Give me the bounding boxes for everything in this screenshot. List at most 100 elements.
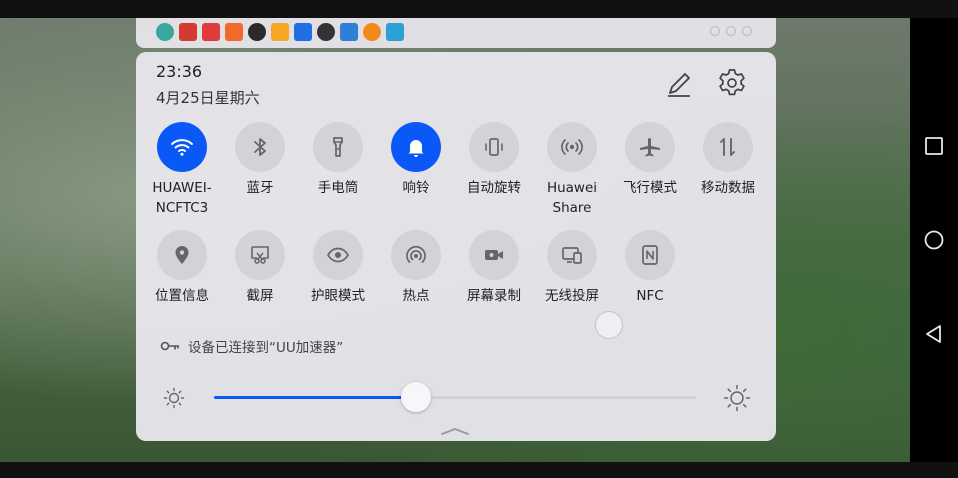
tile-label: 截屏 <box>246 288 274 304</box>
quick-settings-panel: 23:36 4月25日星期六 HUAWEI- NCFTC3 蓝牙 手电筒 响铃 … <box>136 52 776 441</box>
tile-nfc-toggle[interactable] <box>625 230 675 280</box>
tile-label: HUAWEI- NCFTC3 <box>152 180 212 216</box>
app-icon-9 <box>340 23 358 41</box>
tile-auto-rotate-toggle[interactable] <box>469 122 519 172</box>
tile-screenshot[interactable]: 截屏 <box>220 230 300 306</box>
wifi-icon <box>171 139 193 156</box>
bottom-black-bar <box>0 462 958 478</box>
tile-screenshot-toggle[interactable] <box>235 230 285 280</box>
tile-flashlight-toggle[interactable] <box>313 122 363 172</box>
status-dot-icon <box>742 26 752 36</box>
tile-label: 自动旋转 <box>467 180 521 196</box>
app-icon-3 <box>202 23 220 41</box>
hotspot-icon <box>406 246 426 263</box>
app-icon-4 <box>225 23 243 41</box>
chevron-up-icon <box>441 428 469 435</box>
flashlight-icon <box>333 137 343 157</box>
pencil-icon <box>668 73 690 97</box>
wechat-icon <box>248 23 266 41</box>
tile-bluetooth[interactable]: 蓝牙 <box>220 122 300 198</box>
tile-wireless-projection-toggle[interactable] <box>547 230 597 280</box>
tile-mobile-data[interactable]: 移动数据 <box>688 122 768 198</box>
tile-label: 手电筒 <box>317 180 359 196</box>
recent-apps-button[interactable] <box>922 134 946 158</box>
brightness-high-icon <box>723 384 751 412</box>
tile-location-toggle[interactable] <box>157 230 207 280</box>
brightness-slider[interactable] <box>214 382 696 412</box>
tile-huawei-share-toggle[interactable] <box>547 122 597 172</box>
tile-ring-toggle[interactable] <box>391 122 441 172</box>
gear-icon <box>719 69 745 96</box>
triangle-back-icon <box>926 325 941 343</box>
edit-tiles-button[interactable] <box>664 69 694 99</box>
bell-icon <box>408 140 424 157</box>
tile-screen-record-toggle[interactable] <box>469 230 519 280</box>
tile-wifi[interactable]: HUAWEI- NCFTC3 <box>142 122 222 218</box>
top-black-bar <box>0 0 958 18</box>
tile-auto-rotate[interactable]: 自动旋转 <box>454 122 534 198</box>
tile-label: 蓝牙 <box>246 180 274 196</box>
app-icon-11 <box>386 23 404 41</box>
navigation-bar <box>910 18 958 462</box>
tile-eye-comfort[interactable]: 护眼模式 <box>298 230 378 306</box>
eye-comfort-icon <box>327 247 349 263</box>
floating-assistive-dot[interactable] <box>595 311 623 339</box>
tile-label: 飞行模式 <box>623 180 677 196</box>
app-icon-10 <box>363 23 381 41</box>
square-icon <box>925 137 943 155</box>
tile-mobile-data-toggle[interactable] <box>703 122 753 172</box>
airplane-icon <box>640 138 660 157</box>
vpn-status-text: 设备已连接到“UU加速器” <box>188 340 344 356</box>
brightness-slider-fill <box>214 396 417 399</box>
tile-nfc[interactable]: NFC <box>610 230 690 306</box>
tile-label: 移动数据 <box>701 180 755 196</box>
back-button[interactable] <box>922 322 946 346</box>
wireless-projection-icon <box>562 247 582 264</box>
auto-rotate-icon <box>485 138 503 156</box>
tile-ring[interactable]: 响铃 <box>376 122 456 198</box>
tile-airplane-mode[interactable]: 飞行模式 <box>610 122 690 198</box>
status-dot-icon <box>726 26 736 36</box>
tile-hotspot[interactable]: 热点 <box>376 230 456 306</box>
app-icon-6 <box>271 23 289 41</box>
tile-label: 响铃 <box>402 180 430 196</box>
tile-label: 护眼模式 <box>311 288 365 304</box>
tile-label: 位置信息 <box>155 288 209 304</box>
tile-airplane-mode-toggle[interactable] <box>625 122 675 172</box>
status-dot-icon <box>710 26 720 36</box>
app-icon-7 <box>294 23 312 41</box>
tile-location[interactable]: 位置信息 <box>142 230 222 306</box>
tile-label: 热点 <box>402 288 430 304</box>
nfc-icon <box>642 245 658 265</box>
huawei-share-icon <box>561 139 583 155</box>
clock-date: 4月25日星期六 <box>156 89 260 107</box>
notification-app-icons <box>156 23 404 41</box>
bluetooth-icon <box>254 138 266 156</box>
key-icon <box>160 341 179 351</box>
tile-screen-record[interactable]: 屏幕录制 <box>454 230 534 306</box>
app-icon-1 <box>156 23 174 41</box>
tile-hotspot-toggle[interactable] <box>391 230 441 280</box>
tile-huawei-share[interactable]: Huawei Share <box>532 122 612 218</box>
settings-button[interactable] <box>716 67 748 99</box>
location-icon <box>175 246 189 264</box>
brightness-slider-thumb[interactable] <box>401 382 432 412</box>
tile-label: Huawei Share <box>546 180 598 216</box>
home-button[interactable] <box>922 228 946 252</box>
tile-label: NFC <box>636 288 664 304</box>
screenshot-icon <box>251 246 269 264</box>
circle-icon <box>924 230 944 250</box>
status-right-icons <box>710 26 752 36</box>
tile-label: 无线投屏 <box>545 288 599 304</box>
tile-flashlight[interactable]: 手电筒 <box>298 122 378 198</box>
vpn-status[interactable]: 设备已连接到“UU加速器” <box>160 336 343 356</box>
tile-eye-comfort-toggle[interactable] <box>313 230 363 280</box>
notification-status-strip[interactable] <box>136 18 776 48</box>
tile-bluetooth-toggle[interactable] <box>235 122 285 172</box>
tile-label: 屏幕录制 <box>467 288 521 304</box>
tile-wifi-toggle[interactable] <box>157 122 207 172</box>
tile-wireless-projection[interactable]: 无线投屏 <box>532 230 612 306</box>
collapse-handle[interactable] <box>439 422 471 435</box>
app-icon-2 <box>179 23 197 41</box>
screen-record-icon <box>485 250 503 260</box>
